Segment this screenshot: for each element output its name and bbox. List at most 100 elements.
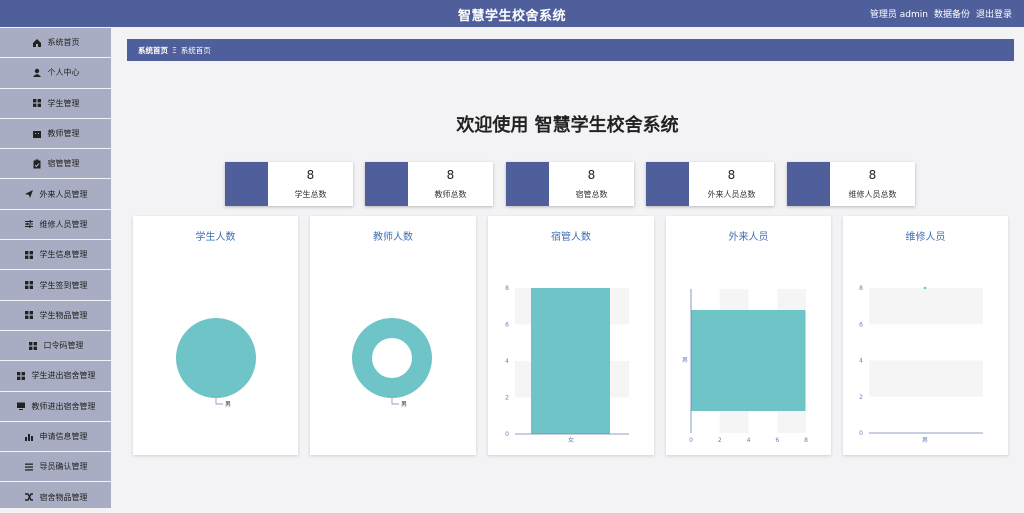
stat-value: 8 — [727, 168, 736, 182]
sidebar-item[interactable]: 导员确认管理 — [0, 452, 111, 483]
pie-label: 男 — [225, 401, 231, 408]
grid-icon — [24, 280, 34, 290]
send-icon — [24, 189, 34, 199]
grid-icon — [32, 98, 42, 108]
sidebar-item-label: 教师管理 — [47, 129, 80, 139]
sidebar-item-label: 个人中心 — [47, 68, 80, 78]
breadcrumb-current: 系统首页 — [180, 45, 211, 55]
sidebar-item[interactable]: 学生物品管理 — [0, 301, 111, 331]
stat-card-teachers: 8 教师总数 — [365, 162, 493, 206]
y-tick-label: 0 — [859, 430, 863, 437]
stat-label: 学生总数 — [294, 190, 327, 199]
bar-chart-icon — [24, 432, 34, 442]
breadcrumb-home[interactable]: 系统首页 — [138, 45, 168, 56]
monitor-icon — [16, 401, 26, 411]
y-tick-label: 4 — [505, 358, 509, 365]
sidebar-item-label: 系统首页 — [47, 38, 80, 48]
donut-slice — [352, 317, 432, 399]
chart-card-teachers: 教师人数 男 — [310, 216, 476, 455]
user-icon — [32, 68, 42, 78]
x-tick-label: 2 — [718, 437, 722, 444]
chart-card-repair-staff: 维修人员 02468男 — [843, 216, 1008, 455]
top-header: 智慧学生校舍系统 管理员 admin 数据备份 退出登录 — [0, 0, 1024, 27]
y-tick-label: 6 — [505, 322, 509, 329]
x-tick-label: 女 — [568, 436, 574, 444]
chart-card-visitors: 外来人员 02468男 — [666, 216, 831, 455]
header-actions: 管理员 admin 数据备份 退出登录 — [870, 7, 1012, 20]
sidebar-item[interactable]: 申请信息管理 — [0, 422, 111, 453]
line-point — [923, 286, 927, 290]
sidebar-item-label: 学生进出宿舍管理 — [31, 371, 96, 381]
sidebar-item-label: 外来人员管理 — [39, 189, 88, 199]
chart-canvas: 0 2 4 6 8 男 — [859, 285, 983, 444]
y-tick-label: 2 — [859, 394, 863, 401]
y-tick-label: 2 — [505, 395, 509, 402]
stat-label: 宿管总数 — [575, 190, 608, 199]
bar — [531, 288, 610, 434]
welcome-heading: 欢迎使用 智慧学生校舍系统 — [456, 115, 679, 136]
x-tick-label: 4 — [747, 437, 751, 444]
sidebar-item[interactable]: 宿管管理 — [0, 149, 111, 180]
y-tick-label: 0 — [505, 431, 509, 438]
sidebar-item[interactable]: 学生管理 — [0, 89, 111, 119]
sidebar-item[interactable]: 外来人员管理 — [0, 179, 111, 210]
stat-label: 外来人员总数 — [707, 190, 756, 199]
pie-slice — [176, 318, 256, 398]
chart-card-students: 学生人数 男 — [133, 216, 298, 455]
sidebar-item-label: 学生管理 — [47, 98, 80, 108]
breadcrumb: 系统首页 Ξ 系统首页 — [127, 39, 1014, 61]
sidebar-item-label: 教师进出宿舍管理 — [31, 401, 96, 411]
grid-icon — [24, 310, 34, 320]
sliders-icon — [24, 219, 34, 229]
sidebar-item[interactable]: 学生签到管理 — [0, 270, 111, 301]
sidebar-item-label: 学生物品管理 — [39, 310, 88, 320]
x-tick-label: 男 — [922, 437, 928, 444]
sidebar-item[interactable]: 系统首页 — [0, 28, 111, 59]
grid-icon — [28, 341, 38, 351]
backup-button[interactable]: 数据备份 — [934, 7, 970, 20]
stat-value: 8 — [587, 168, 596, 182]
donut-label-line — [391, 398, 399, 405]
stat-color-block — [225, 162, 268, 206]
chart-card-dorm-managers: 宿管人数 02468女 — [488, 216, 654, 455]
sidebar-item[interactable]: 口令码管理 — [0, 331, 111, 362]
donut-label: 男 — [401, 401, 407, 408]
main-content: 系统首页 Ξ 系统首页 欢迎使用 智慧学生校舍系统 8 学生总数 8 教师总数 … — [111, 28, 1024, 508]
sidebar-item[interactable]: 教师管理 — [0, 119, 111, 150]
sidebar-item[interactable]: 宿舍物品管理 — [0, 482, 111, 513]
stat-card-students: 8 学生总数 — [225, 162, 353, 206]
clipboard-icon — [32, 159, 42, 169]
sidebar-item[interactable]: 教师进出宿舍管理 — [0, 392, 111, 422]
sidebar-item-label: 宿管管理 — [47, 159, 80, 169]
y-tick-label: 8 — [859, 285, 863, 292]
stat-card-visitors: 8 外来人员总数 — [646, 162, 774, 206]
sidebar-item-label: 维修人员管理 — [39, 219, 88, 229]
sidebar-item-label: 学生签到管理 — [39, 280, 88, 290]
home-icon — [32, 38, 42, 48]
sidebar-item[interactable]: 维修人员管理 — [0, 210, 111, 241]
grid-icon — [16, 371, 26, 381]
sidebar-item-label: 学生信息管理 — [39, 250, 88, 260]
grid-icon — [24, 250, 34, 260]
logout-button[interactable]: 退出登录 — [976, 7, 1012, 20]
y-tick-label: 4 — [859, 358, 863, 365]
sidebar-item[interactable]: 个人中心 — [0, 58, 111, 89]
list-icon — [24, 462, 34, 472]
sidebar-item[interactable]: 学生信息管理 — [0, 240, 111, 271]
y-tick-label: 男 — [682, 357, 688, 364]
stat-card-dorm-managers: 8 宿管总数 — [506, 162, 634, 206]
stat-value: 8 — [306, 168, 315, 182]
chart-canvas: 男 — [176, 318, 256, 408]
y-tick-label: 8 — [505, 285, 509, 292]
stat-value: 8 — [446, 168, 455, 182]
admin-label[interactable]: 管理员 admin — [870, 7, 928, 20]
grid-band — [869, 288, 983, 325]
sidebar: 系统首页个人中心学生管理教师管理宿管管理外来人员管理 维修人员管理 学生信息管理 学生… — [0, 28, 111, 513]
pie-label-line — [215, 398, 223, 405]
x-tick-label: 6 — [775, 437, 779, 444]
chart-canvas: 男 — [352, 317, 432, 408]
y-tick-label: 6 — [859, 321, 863, 328]
x-tick-label: 0 — [689, 437, 693, 444]
sidebar-item[interactable]: 学生进出宿舍管理 — [0, 361, 111, 392]
shuffle-icon — [24, 492, 34, 502]
